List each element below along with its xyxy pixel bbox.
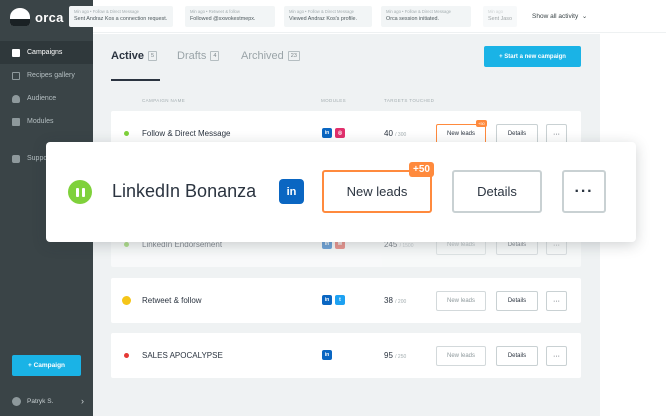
new-leads-button[interactable]: New leads — [436, 291, 486, 311]
targets-touched: 40 / 300 — [384, 129, 407, 138]
tab-count: 23 — [287, 51, 300, 61]
sidebar-item-label: Recipes gallery — [27, 72, 75, 79]
sidebar-item-label: Modules — [27, 118, 54, 125]
chevron-right-icon: › — [81, 396, 84, 406]
tab-drafts[interactable]: Drafts 4 — [177, 50, 220, 62]
sidebar-item-modules[interactable]: Modules — [0, 110, 93, 133]
active-tab-indicator — [111, 79, 160, 81]
linkedin-icon: in — [322, 350, 332, 360]
activity-item[interactable]: Min ago • Follow & Direct Message Viewed… — [284, 6, 372, 27]
tab-active[interactable]: Active 5 — [111, 50, 158, 62]
user-menu[interactable]: Patryk S. › — [12, 396, 84, 406]
leads-badge: +50 — [476, 120, 487, 127]
user-name: Patryk S. — [27, 397, 54, 405]
campaign-name[interactable]: Follow & Direct Message — [142, 129, 230, 138]
column-header-name: CAMPAIGN NAME — [142, 98, 186, 103]
orca-logo-icon — [10, 8, 30, 26]
new-leads-button[interactable]: New leads — [436, 346, 486, 366]
details-button[interactable]: Details — [452, 170, 542, 213]
activity-item[interactable]: Min ago • Follow & Direct Message Sent A… — [69, 6, 173, 27]
show-all-activity-dropdown[interactable]: Show all activity ⌄ — [532, 12, 587, 20]
status-dot — [124, 242, 129, 247]
campaign-row[interactable]: Retweet & follow in t 38 / 200 New leads… — [111, 278, 581, 323]
details-button[interactable]: Details — [496, 291, 538, 311]
logo[interactable]: orca — [10, 8, 64, 26]
tab-count: 4 — [210, 51, 220, 61]
more-options-button[interactable]: ··· — [546, 291, 567, 311]
linkedin-icon: in — [279, 179, 304, 204]
module-list: in — [322, 350, 332, 360]
sidebar-item-label: Suppo — [27, 155, 48, 162]
new-leads-button[interactable]: New leads — [436, 124, 486, 144]
activity-item[interactable]: Min ago Sent Jaso — [483, 6, 517, 27]
sidebar-item-recipes-gallery[interactable]: Recipes gallery — [0, 64, 93, 87]
more-options-button[interactable]: ··· — [562, 170, 606, 213]
campaign-name[interactable]: Retweet & follow — [142, 296, 202, 305]
avatar — [12, 396, 21, 406]
details-button[interactable]: Details — [496, 346, 538, 366]
instagram-icon: ◎ — [335, 128, 345, 138]
sidebar-item-label: Audience — [27, 95, 57, 102]
leads-badge: +50 — [409, 162, 434, 177]
targets-touched: 38 / 200 — [384, 296, 407, 305]
activity-item[interactable]: Min ago • Follow & Direct Message Orca s… — [381, 6, 471, 27]
twitter-icon: t — [335, 295, 345, 305]
targets-touched: 95 / 250 — [384, 351, 407, 360]
user-icon — [12, 94, 20, 103]
folder-icon — [12, 48, 20, 57]
tab-archived[interactable]: Archived 23 — [241, 50, 300, 62]
status-dot — [124, 353, 129, 358]
linkedin-icon: in — [322, 295, 332, 305]
module-list: in ◎ — [322, 128, 345, 138]
zoomed-campaign-row[interactable]: LinkedIn Bonanza in New leads +50 Detail… — [46, 142, 636, 242]
column-header-targets: TARGETS TOUCHED — [384, 98, 435, 103]
column-header-modules: MODULES — [321, 98, 347, 103]
more-options-button[interactable]: ··· — [546, 124, 567, 144]
sidebar-item-campaigns[interactable]: Campaigns — [0, 41, 93, 64]
pause-icon[interactable] — [68, 180, 92, 204]
campaign-name[interactable]: SALES APOCALYPSE — [142, 351, 223, 360]
pause-status-icon[interactable] — [122, 296, 131, 305]
more-options-button[interactable]: ··· — [546, 346, 567, 366]
new-campaign-button[interactable]: + Campaign — [12, 355, 81, 376]
chat-icon — [12, 154, 20, 163]
sidebar-item-audience[interactable]: Audience — [0, 87, 93, 110]
details-button[interactable]: Details — [496, 124, 538, 144]
campaign-row[interactable]: SALES APOCALYPSE in 95 / 250 New leads D… — [111, 333, 581, 378]
activity-item[interactable]: Min ago • Retweet & follow Followed @sxw… — [185, 6, 275, 27]
linkedin-icon: in — [322, 128, 332, 138]
layers-icon — [12, 71, 20, 80]
module-icon — [12, 117, 20, 126]
tab-count: 5 — [148, 51, 158, 61]
module-list: in t — [322, 295, 345, 305]
app-name: orca — [35, 9, 64, 25]
status-dot — [124, 131, 129, 136]
start-new-campaign-button[interactable]: + Start a new campaign — [484, 46, 581, 67]
campaign-name[interactable]: LinkedIn Bonanza — [112, 181, 256, 202]
sidebar-item-label: Campaigns — [27, 49, 63, 56]
chevron-down-icon: ⌄ — [580, 13, 588, 20]
